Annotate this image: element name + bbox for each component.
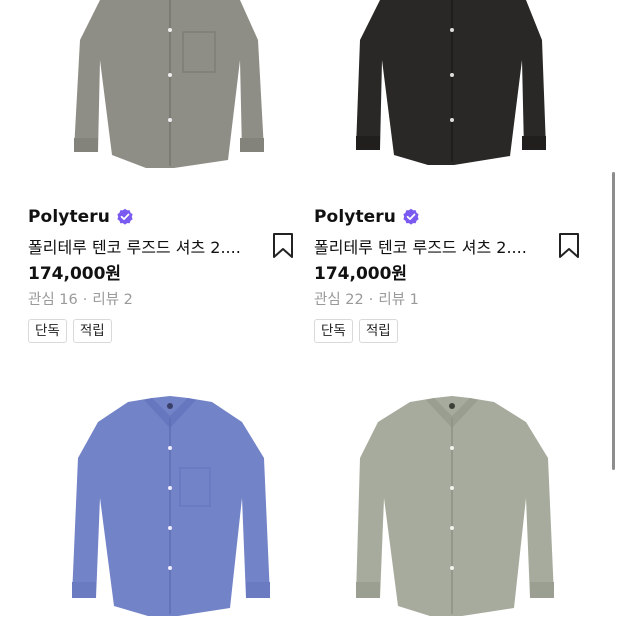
meta-separator: · [368, 292, 374, 308]
product-image-4[interactable] [314, 388, 600, 620]
product-card-1[interactable]: Polyteru 폴리테루 텐코 루즈드 셔츠 2.... 174,000원 관… [28, 0, 314, 350]
product-card-4[interactable] [314, 388, 600, 620]
reviews-count: 리뷰 2 [92, 292, 133, 308]
verified-badge-icon [403, 208, 419, 225]
brand-row: Polyteru [28, 207, 134, 227]
product-price: 174,000원 [28, 264, 122, 284]
badge-exclusive: 단독 [314, 319, 353, 343]
badge-points: 적립 [358, 319, 398, 343]
product-title[interactable]: 폴리테루 텐코 루즈드 셔츠 2.... [28, 234, 264, 258]
brand-name[interactable]: Polyteru [28, 207, 110, 227]
badge-points: 적립 [72, 319, 112, 343]
reviews-count: 리뷰 1 [378, 292, 419, 308]
bookmark-icon[interactable] [270, 232, 296, 260]
product-card-2[interactable]: Polyteru 폴리테루 텐코 루즈드 셔츠 2.... 174,000원 관… [314, 0, 600, 350]
shirt-blue-icon [72, 396, 270, 616]
badge-list: 단독 적립 [314, 319, 398, 343]
product-price: 174,000원 [314, 264, 408, 284]
badge-exclusive: 단독 [28, 319, 67, 343]
product-image-3[interactable] [28, 388, 314, 620]
shirt-black-icon [356, 0, 546, 165]
bookmark-icon[interactable] [556, 232, 582, 260]
product-image-1[interactable] [28, 0, 314, 168]
verified-badge-icon [117, 208, 133, 225]
brand-name[interactable]: Polyteru [314, 207, 396, 227]
product-meta: 관심 16 · 리뷰 2 [28, 288, 133, 309]
product-meta: 관심 22 · 리뷰 1 [314, 288, 419, 309]
brand-row: Polyteru [314, 207, 420, 227]
product-image-2[interactable] [314, 0, 600, 168]
product-card-3[interactable] [28, 388, 314, 620]
scrollbar[interactable] [612, 172, 615, 470]
badge-list: 단독 적립 [28, 319, 112, 343]
meta-separator: · [82, 292, 88, 308]
product-title[interactable]: 폴리테루 텐코 루즈드 셔츠 2.... [314, 234, 550, 258]
shirt-grey-icon [74, 0, 264, 168]
shirt-sage-icon [356, 396, 554, 616]
likes-count: 관심 22 [314, 292, 364, 308]
likes-count: 관심 16 [28, 292, 78, 308]
